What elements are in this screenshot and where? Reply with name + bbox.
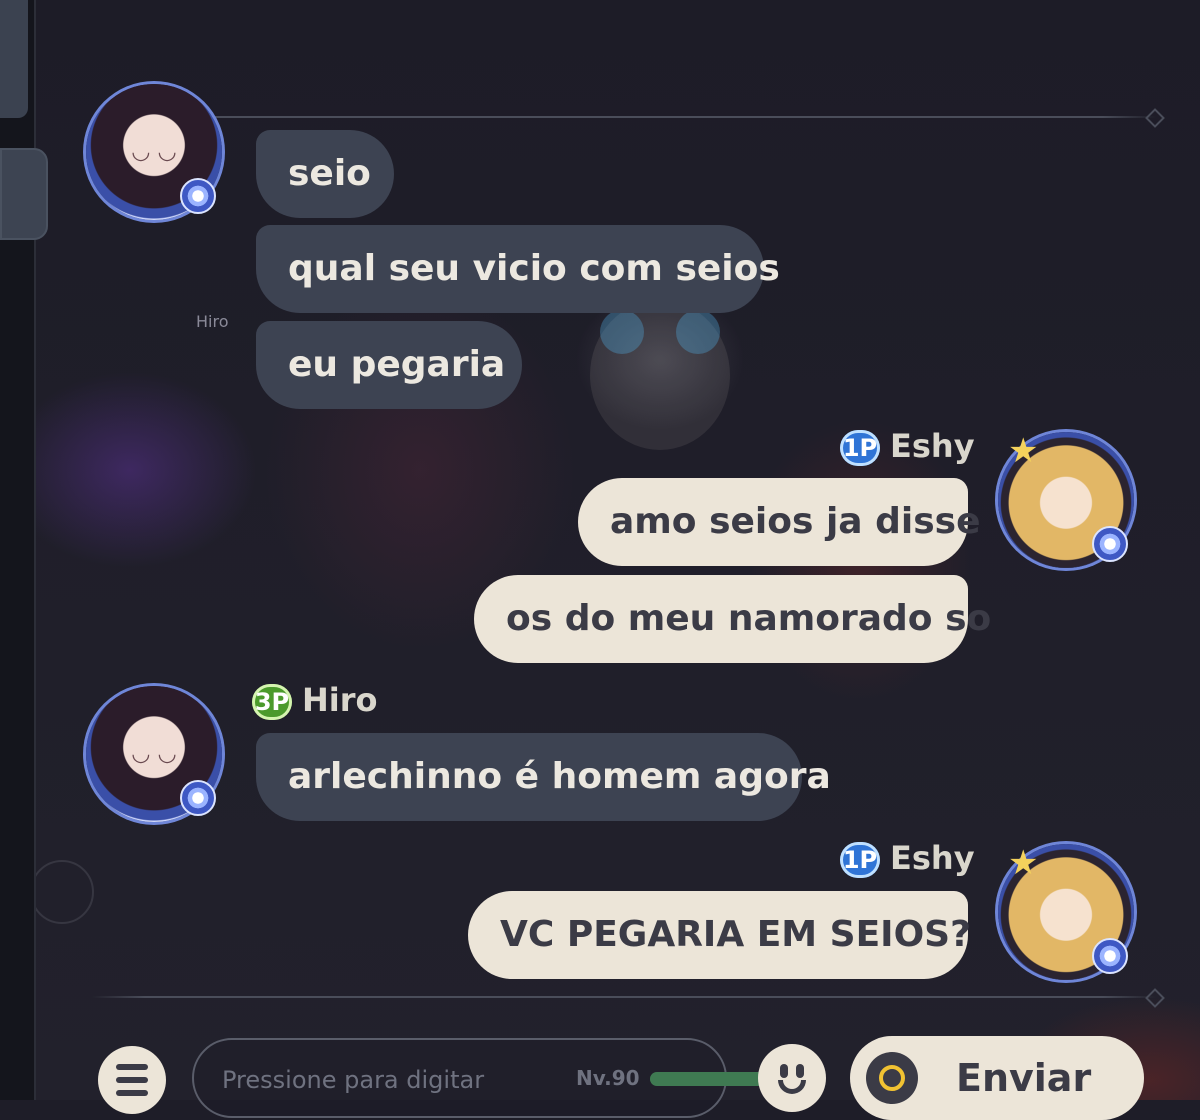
level-label: Nv.90	[576, 1066, 640, 1090]
side-panel-handle[interactable]	[0, 148, 48, 240]
avatar-hiro[interactable]: ◡ ◡	[86, 686, 222, 822]
smiley-icon	[796, 1064, 804, 1078]
send-ring-icon	[866, 1052, 918, 1104]
message-bubble[interactable]: qual seu vicio com seios	[256, 225, 780, 313]
message-bubble[interactable]: seio	[256, 130, 394, 218]
list-icon	[116, 1064, 148, 1070]
message-bubble[interactable]: eu pegaria	[256, 321, 522, 409]
list-icon	[116, 1090, 148, 1096]
list-icon	[116, 1077, 148, 1083]
smiley-icon	[778, 1080, 806, 1094]
player-tag-1p: 1P	[840, 842, 880, 878]
level-progress-fill	[650, 1072, 761, 1086]
side-panel	[0, 0, 48, 1100]
chat-input[interactable]: Pressione para digitar	[192, 1038, 727, 1118]
scene-creature-eye	[600, 310, 644, 354]
avatar-badge-icon	[180, 178, 216, 214]
avatar-badge-icon	[180, 780, 216, 816]
send-button-label: Enviar	[956, 1056, 1092, 1100]
sender-name-eshy: 1P Eshy	[840, 426, 975, 466]
chat-menu-button[interactable]	[98, 1046, 166, 1114]
chat-bottom-divider	[92, 996, 1156, 998]
sender-name-label: Eshy	[890, 427, 975, 465]
sender-name-eshy: 1P Eshy	[840, 838, 975, 878]
message-bubble[interactable]: arlechinno é homem agora	[256, 733, 831, 821]
avatar-hiro[interactable]: ◡ ◡	[86, 84, 222, 220]
side-panel-tab[interactable]	[0, 0, 28, 118]
avatar-eshy[interactable]: ★	[998, 844, 1134, 980]
scene-player-name: Hiro	[196, 312, 229, 331]
star-icon: ★	[1008, 843, 1039, 883]
chat-top-divider	[92, 116, 1156, 118]
avatar-badge-icon	[1092, 526, 1128, 562]
emoji-button[interactable]	[758, 1044, 826, 1112]
avatar-eshy[interactable]: ★	[998, 432, 1134, 568]
smiley-icon	[780, 1064, 788, 1078]
send-button[interactable]: Enviar	[850, 1036, 1144, 1120]
message-bubble[interactable]: amo seios ja disse	[578, 478, 981, 566]
avatar-face-icon: ◡ ◡	[131, 139, 177, 165]
message-bubble[interactable]: VC PEGARIA EM SEIOS?	[468, 891, 971, 979]
player-tag-1p: 1P	[840, 430, 880, 466]
star-icon: ★	[1008, 431, 1039, 471]
message-bubble[interactable]: os do meu namorado so	[474, 575, 991, 663]
sender-name-label: Eshy	[890, 839, 975, 877]
player-tag-3p: 3P	[252, 684, 292, 720]
scene-joystick	[30, 860, 94, 924]
avatar-face-icon: ◡ ◡	[131, 741, 177, 767]
avatar-badge-icon	[1092, 938, 1128, 974]
scene-creature-eye	[676, 310, 720, 354]
sender-name-hiro: 3P Hiro	[252, 680, 378, 720]
sender-name-label: Hiro	[302, 681, 378, 719]
